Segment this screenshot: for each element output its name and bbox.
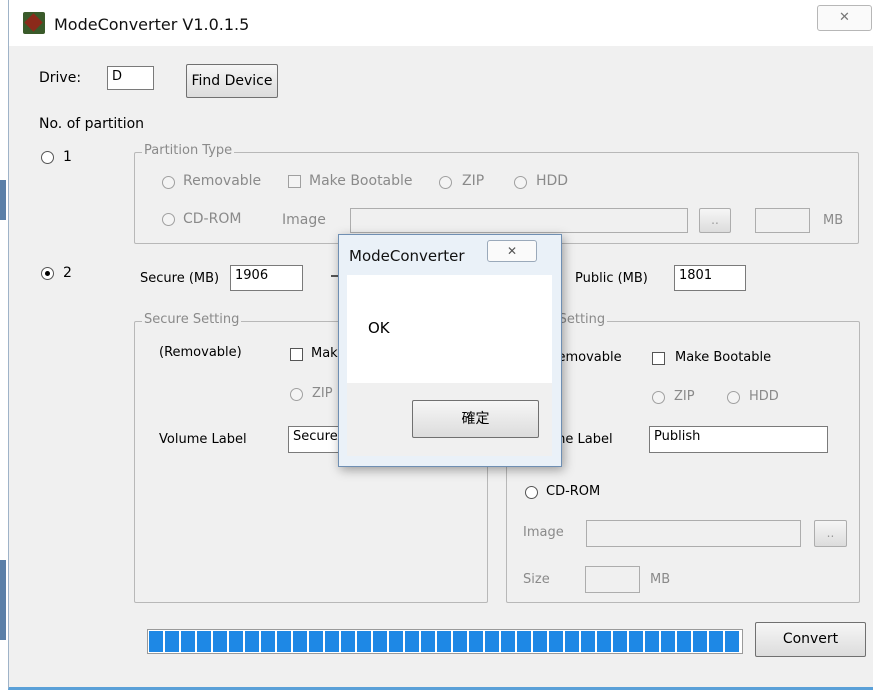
zip-radio[interactable]	[439, 176, 452, 189]
make-bootable-checkbox[interactable]	[288, 175, 301, 188]
progress-fill	[149, 631, 741, 652]
hdd-label: HDD	[536, 173, 569, 189]
public-hdd-label: HDD	[749, 389, 779, 404]
progress-bar	[147, 629, 743, 654]
public-zip-radio[interactable]	[652, 391, 665, 404]
zip-label: ZIP	[462, 173, 485, 189]
secure-zip-radio[interactable]	[290, 388, 303, 401]
partition-type-legend: Partition Type	[142, 143, 235, 158]
public-image-browse-button[interactable]: ..	[814, 520, 847, 547]
public-size-field[interactable]: 1801	[674, 265, 746, 291]
public-size-unit: MB	[650, 572, 671, 587]
secure-removable-label: (Removable)	[159, 345, 242, 360]
public-image-label: Image	[523, 525, 564, 540]
public-cdrom-radio[interactable]	[525, 486, 538, 499]
public-volume-field[interactable]: Publish	[649, 426, 828, 453]
removable-radio[interactable]	[162, 176, 175, 189]
public-image-field[interactable]	[586, 520, 801, 547]
hdd-radio[interactable]	[514, 176, 527, 189]
dialog-close-button[interactable]: ✕	[487, 240, 537, 262]
title-bar: ModeConverter V1.0.1.5 ✕	[9, 0, 873, 46]
message-dialog: ModeConverter ✕ OK 確定	[338, 234, 562, 467]
dialog-ok-button[interactable]: 確定	[412, 400, 539, 438]
dialog-title: ModeConverter	[349, 247, 465, 265]
drive-field[interactable]: D	[107, 66, 154, 90]
dialog-body: OK	[347, 275, 552, 383]
secure-size-field[interactable]: 1906	[230, 265, 303, 291]
window-close-button[interactable]: ✕	[817, 5, 872, 31]
dialog-footer: 確定	[347, 383, 552, 456]
cdrom-radio[interactable]	[162, 213, 175, 226]
secure-make-bootable-checkbox[interactable]	[290, 348, 303, 361]
cdrom-label: CD-ROM	[183, 211, 242, 227]
background-edge	[0, 180, 6, 220]
secure-zip-label: ZIP	[312, 386, 333, 401]
app-icon	[23, 12, 45, 34]
close-icon: ✕	[839, 10, 850, 25]
public-zip-label: ZIP	[674, 389, 695, 404]
public-make-bootable-label: Make Bootable	[675, 350, 772, 365]
image-size-unit: MB	[823, 213, 844, 228]
image-browse-button[interactable]: ..	[699, 208, 731, 233]
dialog-message: OK	[368, 319, 390, 337]
window-title: ModeConverter V1.0.1.5	[54, 15, 250, 34]
convert-button[interactable]: Convert	[755, 622, 866, 657]
public-hdd-radio[interactable]	[727, 391, 740, 404]
public-size-label: Public (MB)	[575, 271, 648, 286]
public-cdrom-label: CD-ROM	[546, 484, 601, 499]
drive-label: Drive:	[39, 70, 82, 86]
image-path-field[interactable]	[350, 208, 688, 233]
public-size-label: Size	[523, 572, 550, 587]
partition-2-radio[interactable]	[41, 267, 54, 280]
partition-count-heading: No. of partition	[39, 116, 145, 132]
background-edge	[0, 560, 6, 640]
image-label: Image	[282, 212, 326, 228]
secure-volume-label: Volume Label	[159, 432, 247, 447]
public-size-field[interactable]	[585, 566, 640, 593]
find-device-button[interactable]: Find Device	[186, 64, 278, 98]
close-icon: ✕	[506, 244, 518, 258]
removable-label: Removable	[183, 173, 262, 189]
public-make-bootable-checkbox[interactable]	[652, 352, 665, 365]
partition-1-label: 1	[63, 149, 72, 165]
secure-size-label: Secure (MB)	[140, 271, 220, 286]
partition-2-label: 2	[63, 265, 72, 281]
make-bootable-label: Make Bootable	[309, 173, 413, 189]
image-size-field[interactable]	[755, 208, 810, 233]
secure-setting-legend: Secure Setting	[142, 312, 242, 327]
partition-1-radio[interactable]	[41, 151, 54, 164]
